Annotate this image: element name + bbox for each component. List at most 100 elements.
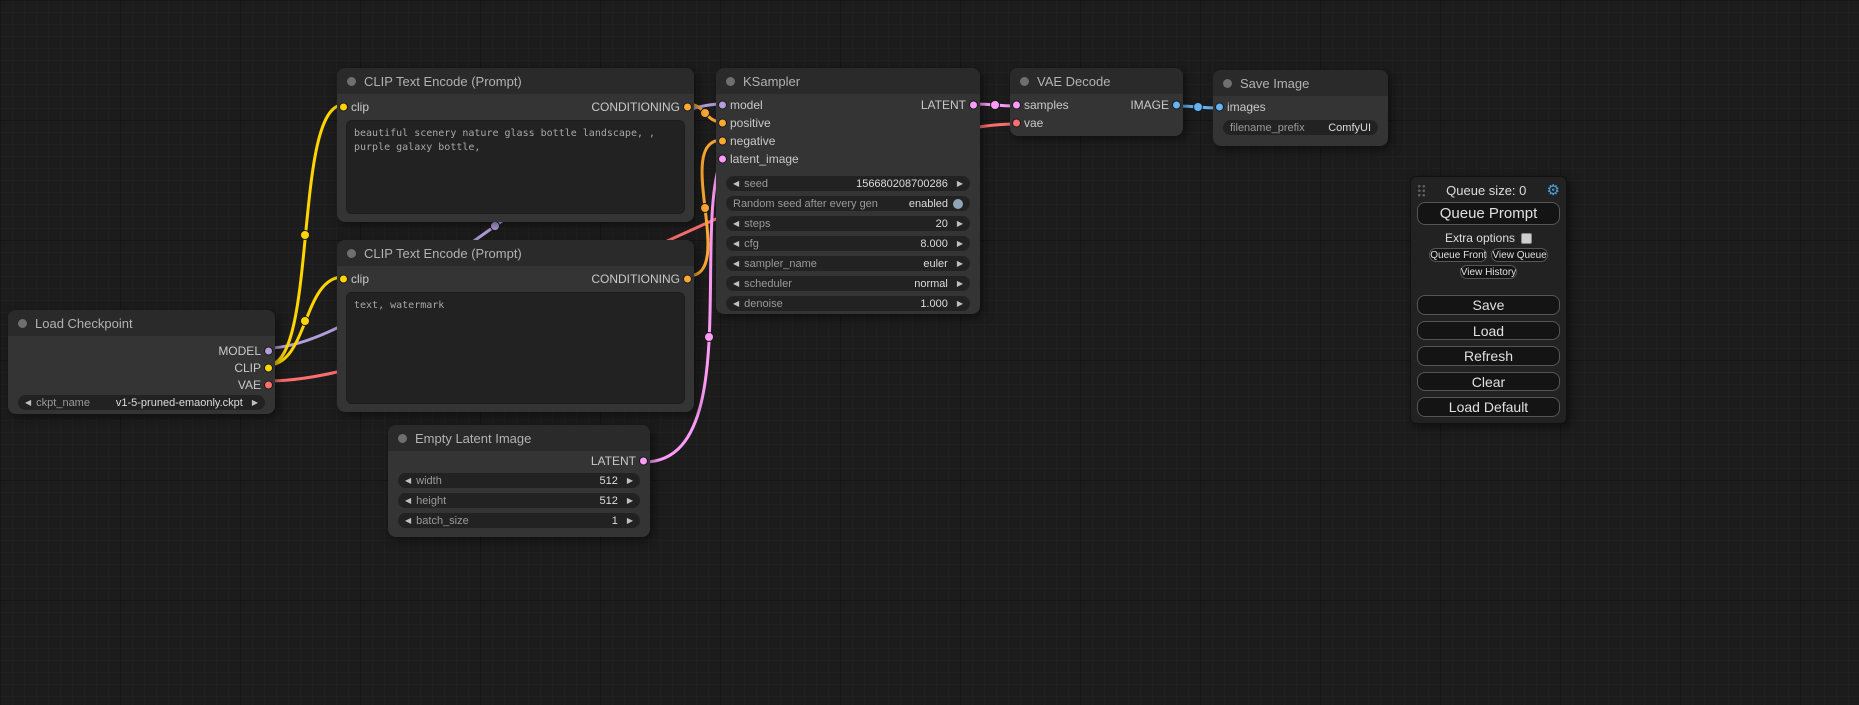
- drag-handle-icon[interactable]: [1417, 184, 1426, 197]
- increment-arrow-icon[interactable]: ▶: [957, 180, 963, 188]
- increment-arrow-icon[interactable]: ▶: [957, 300, 963, 308]
- output-slot-latent[interactable]: [639, 457, 648, 466]
- output-slot-image[interactable]: [1172, 101, 1181, 110]
- denoise-widget[interactable]: ◀ denoise 1.000 ▶: [726, 296, 970, 311]
- collapse-dot-icon[interactable]: [347, 249, 356, 258]
- extra-options-checkbox[interactable]: [1521, 233, 1532, 244]
- widget-value: 512: [599, 475, 621, 487]
- save-button[interactable]: Save: [1417, 295, 1560, 315]
- node-title-bar[interactable]: CLIP Text Encode (Prompt): [337, 68, 694, 94]
- queue-prompt-button[interactable]: Queue Prompt: [1417, 202, 1560, 225]
- seed-widget[interactable]: ◀ seed 156680208700286 ▶: [726, 176, 970, 191]
- widget-label: batch_size: [416, 515, 469, 527]
- node-vae-decode[interactable]: VAE Decode samples IMAGE vae: [1010, 68, 1183, 136]
- link-dot: [1194, 103, 1203, 112]
- prompt-textarea[interactable]: beautiful scenery nature glass bottle la…: [346, 120, 685, 214]
- widget-value: enabled: [909, 198, 948, 210]
- node-clip-text-encode-positive[interactable]: CLIP Text Encode (Prompt) clip CONDITION…: [337, 68, 694, 222]
- decrement-arrow-icon[interactable]: ◀: [405, 517, 411, 525]
- batch-size-widget[interactable]: ◀ batch_size 1 ▶: [398, 513, 640, 528]
- output-slot-conditioning[interactable]: [683, 275, 692, 284]
- input-slot-latent-image[interactable]: [718, 155, 727, 164]
- decrement-arrow-icon[interactable]: ◀: [733, 300, 739, 308]
- output-slot-vae[interactable]: [264, 380, 273, 389]
- input-slot-samples[interactable]: [1012, 101, 1021, 110]
- input-slot-clip[interactable]: [339, 103, 348, 112]
- node-clip-text-encode-negative[interactable]: CLIP Text Encode (Prompt) clip CONDITION…: [337, 240, 694, 412]
- node-load-checkpoint[interactable]: Load Checkpoint MODEL CLIP VAE ◀ ckpt_na…: [8, 310, 275, 414]
- queue-menu-panel[interactable]: Queue size: 0 ⚙ Queue Prompt Extra optio…: [1410, 176, 1567, 424]
- height-widget[interactable]: ◀ height 512 ▶: [398, 493, 640, 508]
- input-slot-negative[interactable]: [718, 137, 727, 146]
- collapse-dot-icon[interactable]: [347, 77, 356, 86]
- prompt-textarea[interactable]: text, watermark: [346, 292, 685, 404]
- node-title-bar[interactable]: Empty Latent Image: [388, 425, 650, 451]
- prev-arrow-icon[interactable]: ◀: [733, 260, 739, 268]
- refresh-button[interactable]: Refresh: [1417, 346, 1560, 366]
- input-slot-images[interactable]: [1215, 103, 1224, 112]
- collapse-dot-icon[interactable]: [1020, 77, 1029, 86]
- node-ksampler[interactable]: KSampler model LATENT positive negative …: [716, 68, 980, 314]
- node-empty-latent-image[interactable]: Empty Latent Image LATENT ◀ width 512 ▶ …: [388, 425, 650, 537]
- next-arrow-icon[interactable]: ▶: [957, 260, 963, 268]
- cfg-widget[interactable]: ◀ cfg 8.000 ▶: [726, 236, 970, 251]
- next-arrow-icon[interactable]: ▶: [252, 399, 258, 407]
- node-title-bar[interactable]: Load Checkpoint: [8, 310, 275, 336]
- input-slot-positive[interactable]: [718, 119, 727, 128]
- widget-value: 1.000: [920, 298, 952, 310]
- view-history-button[interactable]: View History: [1460, 265, 1517, 279]
- collapse-dot-icon[interactable]: [398, 434, 407, 443]
- prev-arrow-icon[interactable]: ◀: [25, 399, 31, 407]
- increment-arrow-icon[interactable]: ▶: [627, 477, 633, 485]
- collapse-dot-icon[interactable]: [18, 319, 27, 328]
- settings-gear-icon[interactable]: ⚙: [1547, 183, 1560, 198]
- random-seed-toggle-widget[interactable]: Random seed after every gen enabled: [726, 196, 970, 211]
- node-title: KSampler: [743, 74, 800, 89]
- node-title: CLIP Text Encode (Prompt): [364, 74, 522, 89]
- output-slot-clip[interactable]: [264, 363, 273, 372]
- filename-prefix-widget[interactable]: filename_prefix ComfyUI: [1223, 120, 1378, 135]
- input-slot-vae[interactable]: [1012, 119, 1021, 128]
- slot-row: vae: [1010, 114, 1183, 132]
- slot-label: negative: [730, 134, 775, 148]
- node-save-image[interactable]: Save Image images filename_prefix ComfyU…: [1213, 70, 1388, 146]
- decrement-arrow-icon[interactable]: ◀: [405, 477, 411, 485]
- node-title-bar[interactable]: VAE Decode: [1010, 68, 1183, 94]
- load-button[interactable]: Load: [1417, 321, 1560, 341]
- increment-arrow-icon[interactable]: ▶: [957, 220, 963, 228]
- node-title-bar[interactable]: KSampler: [716, 68, 980, 94]
- output-slot-latent[interactable]: [969, 101, 978, 110]
- widget-value: 20: [936, 218, 952, 230]
- decrement-arrow-icon[interactable]: ◀: [733, 220, 739, 228]
- input-slot-clip[interactable]: [339, 275, 348, 284]
- slot-label: clip: [351, 100, 369, 114]
- collapse-dot-icon[interactable]: [726, 77, 735, 86]
- input-slot-model[interactable]: [718, 101, 727, 110]
- increment-arrow-icon[interactable]: ▶: [627, 497, 633, 505]
- queue-front-button[interactable]: Queue Front: [1429, 248, 1487, 262]
- decrement-arrow-icon[interactable]: ◀: [405, 497, 411, 505]
- ckpt-name-widget[interactable]: ◀ ckpt_name v1-5-pruned-emaonly.ckpt ▶: [18, 395, 265, 410]
- node-title: CLIP Text Encode (Prompt): [364, 246, 522, 261]
- scheduler-widget[interactable]: ◀ scheduler normal ▶: [726, 276, 970, 291]
- width-widget[interactable]: ◀ width 512 ▶: [398, 473, 640, 488]
- toggle-knob-icon[interactable]: [953, 199, 963, 209]
- node-title-bar[interactable]: CLIP Text Encode (Prompt): [337, 240, 694, 266]
- slot-label: LATENT: [921, 98, 966, 112]
- next-arrow-icon[interactable]: ▶: [957, 280, 963, 288]
- increment-arrow-icon[interactable]: ▶: [957, 240, 963, 248]
- view-queue-button[interactable]: View Queue: [1491, 248, 1547, 262]
- decrement-arrow-icon[interactable]: ◀: [733, 180, 739, 188]
- decrement-arrow-icon[interactable]: ◀: [733, 240, 739, 248]
- output-slot-model[interactable]: [264, 346, 273, 355]
- output-slot-conditioning[interactable]: [683, 103, 692, 112]
- collapse-dot-icon[interactable]: [1223, 79, 1232, 88]
- load-default-button[interactable]: Load Default: [1417, 397, 1560, 417]
- sampler-name-widget[interactable]: ◀ sampler_name euler ▶: [726, 256, 970, 271]
- prev-arrow-icon[interactable]: ◀: [733, 280, 739, 288]
- node-title-bar[interactable]: Save Image: [1213, 70, 1388, 96]
- clear-button[interactable]: Clear: [1417, 372, 1560, 392]
- steps-widget[interactable]: ◀ steps 20 ▶: [726, 216, 970, 231]
- slot-label: positive: [730, 116, 771, 130]
- increment-arrow-icon[interactable]: ▶: [627, 517, 633, 525]
